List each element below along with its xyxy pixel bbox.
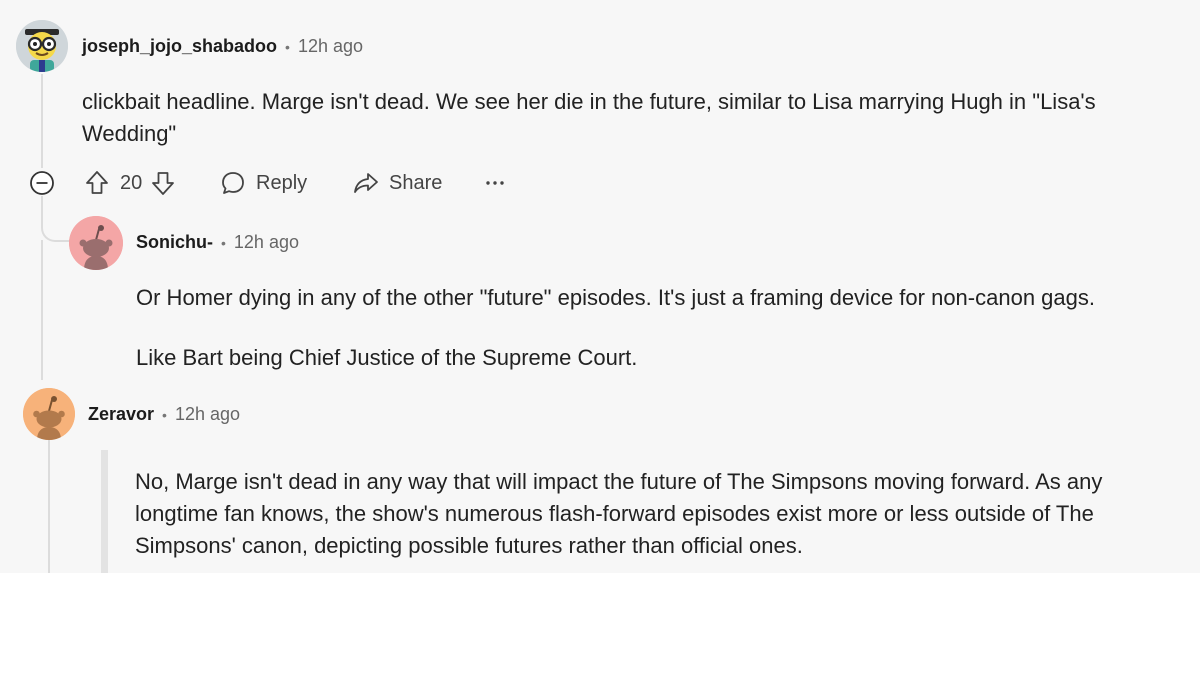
vote-count: 20 — [120, 171, 143, 194]
separator-dot: • — [221, 234, 226, 251]
upvote-icon[interactable] — [84, 169, 110, 197]
author-name[interactable]: Zeravor — [88, 404, 154, 425]
comment-paragraph: No, Marge isn't dead in any way that wil… — [135, 469, 1103, 558]
thread-line[interactable] — [48, 440, 50, 573]
blockquote-text: No, Marge isn't dead in any way that wil… — [135, 466, 1155, 562]
more-options-button[interactable] — [484, 172, 506, 194]
reply-label: Reply — [256, 171, 308, 194]
share-arrow-icon — [352, 170, 380, 196]
reply-button[interactable]: Reply — [220, 169, 307, 197]
snoo-avatar-icon — [23, 388, 75, 440]
comment-thread: joseph_jojo_shabadoo • 12h ago clickbait… — [0, 0, 1200, 573]
author-name[interactable]: Sonichu- — [136, 232, 213, 253]
comment-meta: joseph_jojo_shabadoo • 12h ago — [82, 36, 363, 57]
thread-branch-line — [41, 196, 71, 242]
avatar[interactable] — [69, 216, 123, 270]
share-label: Share — [389, 171, 443, 194]
timestamp[interactable]: 12h ago — [175, 404, 240, 425]
comment-paragraph: Like Bart being Chief Justice of the Sup… — [136, 345, 638, 370]
thread-line[interactable] — [41, 240, 43, 380]
downvote-icon[interactable] — [150, 169, 176, 197]
author-name[interactable]: joseph_jojo_shabadoo — [82, 36, 277, 57]
comment-paragraph: clickbait headline. Marge isn't dead. We… — [82, 89, 1096, 146]
timestamp[interactable]: 12h ago — [298, 36, 363, 57]
separator-dot: • — [285, 38, 290, 55]
ellipsis-icon — [484, 172, 506, 194]
collapse-button[interactable] — [29, 170, 55, 196]
snoo-avatar-icon — [69, 216, 123, 270]
timestamp[interactable]: 12h ago — [234, 232, 299, 253]
separator-dot: • — [162, 406, 167, 423]
thread-line[interactable] — [41, 74, 43, 168]
avatar[interactable] — [23, 388, 75, 440]
comment-meta: Sonichu- • 12h ago — [136, 232, 299, 253]
comment-body: Or Homer dying in any of the other "futu… — [136, 282, 1181, 374]
blockquote-bar — [101, 450, 108, 573]
comment-bubble-icon — [220, 170, 246, 196]
share-button[interactable]: Share — [352, 169, 442, 197]
avatar[interactable] — [16, 20, 68, 72]
comment-meta: Zeravor • 12h ago — [88, 404, 240, 425]
collapse-minus-icon — [29, 170, 55, 196]
nerd-character-avatar-icon — [16, 20, 68, 72]
comment-paragraph: Or Homer dying in any of the other "futu… — [136, 285, 1095, 310]
vote-group: 20 — [84, 169, 176, 197]
comment-body: clickbait headline. Marge isn't dead. We… — [82, 86, 1177, 150]
